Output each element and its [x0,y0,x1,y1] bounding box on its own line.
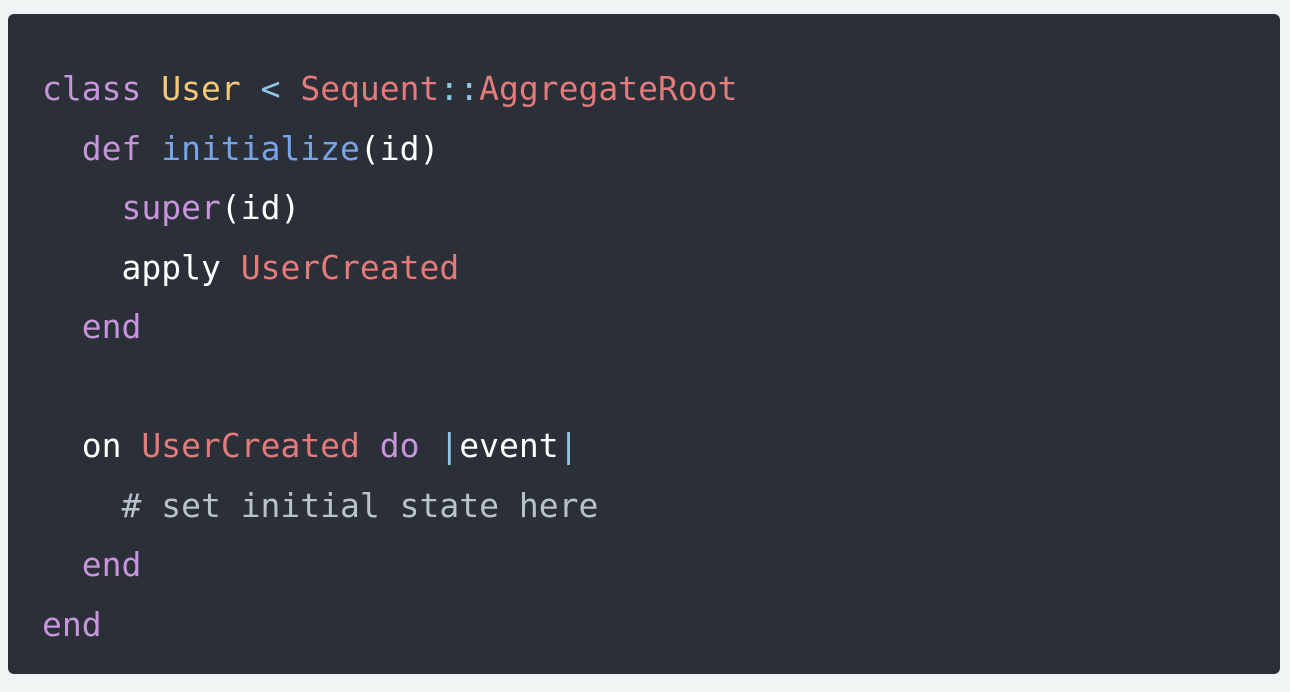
code-token-constant: UserCreated [240,247,460,287]
code-line: super(id) [42,178,1280,238]
code-token-keyword: class [42,69,142,108]
code-token-operator: < [260,69,281,108]
code-token-keyword: do [379,426,420,465]
code-token-operator: | [558,426,579,465]
code-token-keyword: end [42,604,102,644]
code-line: apply UserCreated [42,238,1280,298]
code-token-plain: on [81,426,122,465]
code-token-keyword: end [81,307,142,346]
code-token-operator: :: [439,69,480,108]
code-token-constant: Sequent [300,69,440,108]
code-token-plain: apply [121,247,221,287]
code-token-plain: event [459,426,559,465]
code-token-keyword: end [81,545,142,584]
code-line: class User < Sequent::AggregateRoot [42,59,1280,119]
code-token-class-name: User [161,69,241,108]
code-token-constant: AggregateRoot [479,69,738,108]
code-token-constant: UserCreated [141,426,360,465]
code-token-plain: (id) [220,188,301,227]
code-token-operator: | [439,426,460,465]
code-token-keyword: def [81,128,142,168]
code-line: def initialize(id) [42,119,1280,179]
code-line: end [42,535,1280,595]
code-line: end [42,297,1280,357]
code-block: class User < Sequent::AggregateRoot def … [8,14,1280,674]
code-token-plain: (id) [359,128,440,168]
code-listing: class User < Sequent::AggregateRoot def … [42,59,1280,654]
code-token-comment: # set initial state here [121,485,599,525]
code-line: end [42,595,1280,655]
code-line: on UserCreated do |event| [42,416,1280,476]
code-token-function: initialize [161,128,360,168]
code-token-keyword: super [121,188,221,227]
code-line: # set initial state here [42,476,1280,536]
